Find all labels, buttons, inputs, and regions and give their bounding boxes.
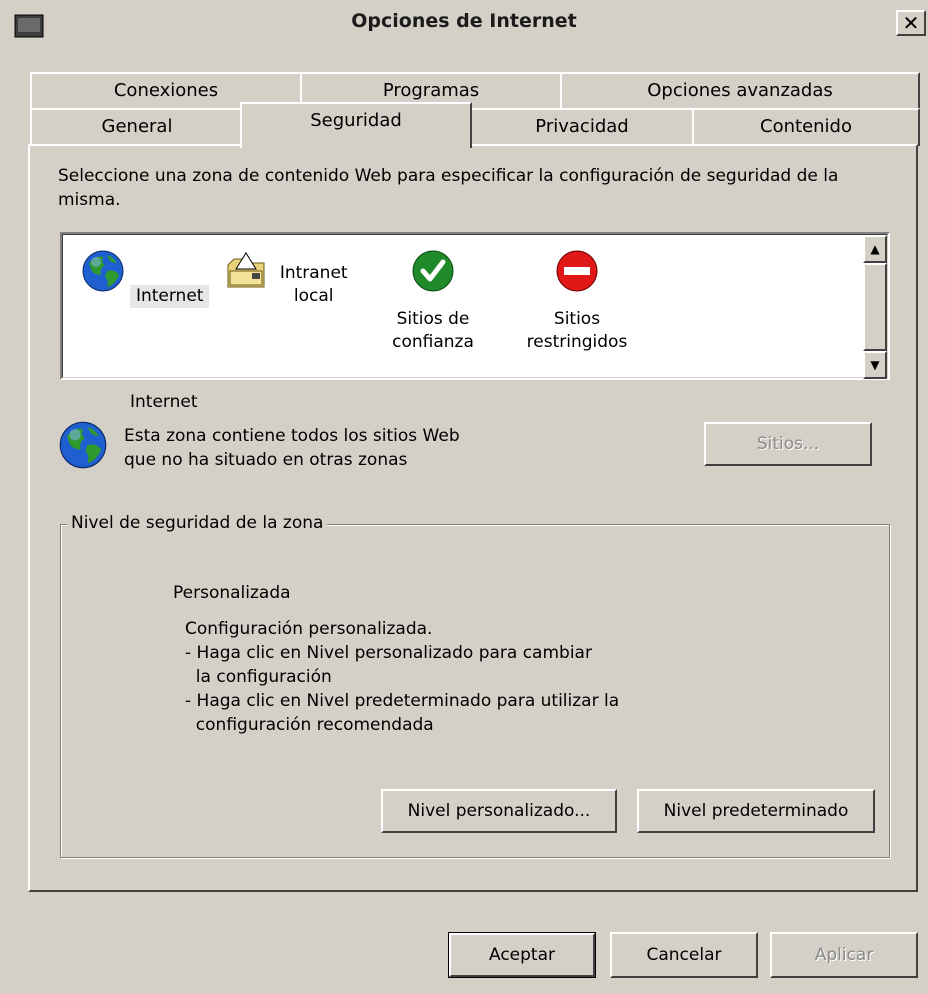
- globe-icon: [59, 421, 107, 469]
- scroll-up-button[interactable]: ▲: [863, 235, 887, 263]
- custom-level-button[interactable]: Nivel personalizado...: [381, 789, 617, 833]
- arrow-down-icon: ▼: [870, 358, 880, 372]
- close-button[interactable]: ✕: [896, 10, 926, 36]
- zone-label: Sitios de confianza: [392, 309, 474, 352]
- default-level-button[interactable]: Nivel predeterminado: [637, 789, 875, 833]
- cancel-button[interactable]: Cancelar: [610, 932, 758, 978]
- zone-label: Intranet local: [279, 263, 348, 306]
- scroll-thumb[interactable]: [863, 263, 887, 351]
- group-label: Nivel de seguridad de la zona: [67, 513, 328, 533]
- zone-intranet-local[interactable]: Intranet local: [219, 249, 359, 308]
- apply-button[interactable]: Aplicar: [770, 932, 918, 978]
- zone-list-scrollbar[interactable]: ▲ ▼: [863, 235, 887, 379]
- level-name: Personalizada: [173, 583, 291, 603]
- security-panel: Seleccione una zona de contenido Web par…: [28, 144, 918, 892]
- zone-label: Sitios restringidos: [526, 309, 628, 352]
- trusted-check-icon: [412, 250, 454, 292]
- zone-sitios-restringidos[interactable]: Sitios restringidos: [507, 249, 647, 354]
- zone-list: Internet Intranet local Sitios de confia: [60, 232, 890, 380]
- ok-button[interactable]: Aceptar: [448, 932, 596, 978]
- sites-button[interactable]: Sitios...: [704, 422, 872, 466]
- tab-opciones-avanzadas[interactable]: Opciones avanzadas: [560, 72, 920, 108]
- instructions-text: Seleccione una zona de contenido Web par…: [58, 166, 839, 210]
- selected-zone-name: Internet: [130, 392, 198, 412]
- title-bar: Opciones de Internet ✕: [0, 0, 928, 48]
- zone-sitios-de-confianza[interactable]: Sitios de confianza: [363, 249, 503, 354]
- window-title: Opciones de Internet: [351, 10, 577, 32]
- zone-internet[interactable]: Internet: [75, 249, 215, 308]
- level-description: Configuración personalizada. - Haga clic…: [185, 619, 620, 735]
- intranet-folder-icon: [227, 252, 265, 288]
- scroll-down-button[interactable]: ▼: [863, 351, 887, 379]
- close-icon: ✕: [902, 11, 920, 35]
- security-level-group: Nivel de seguridad de la zona Personaliz…: [60, 513, 890, 858]
- zone-description: Esta zona contiene todos los sitios Web …: [124, 426, 460, 470]
- tab-general[interactable]: General: [30, 108, 244, 146]
- globe-icon: [82, 250, 124, 292]
- restricted-icon: [556, 250, 598, 292]
- tab-seguridad[interactable]: Seguridad: [240, 102, 472, 148]
- zone-label: Internet: [129, 285, 210, 308]
- tab-privacidad[interactable]: Privacidad: [470, 108, 694, 146]
- tab-contenido[interactable]: Contenido: [692, 108, 920, 146]
- arrow-up-icon: ▲: [870, 242, 880, 256]
